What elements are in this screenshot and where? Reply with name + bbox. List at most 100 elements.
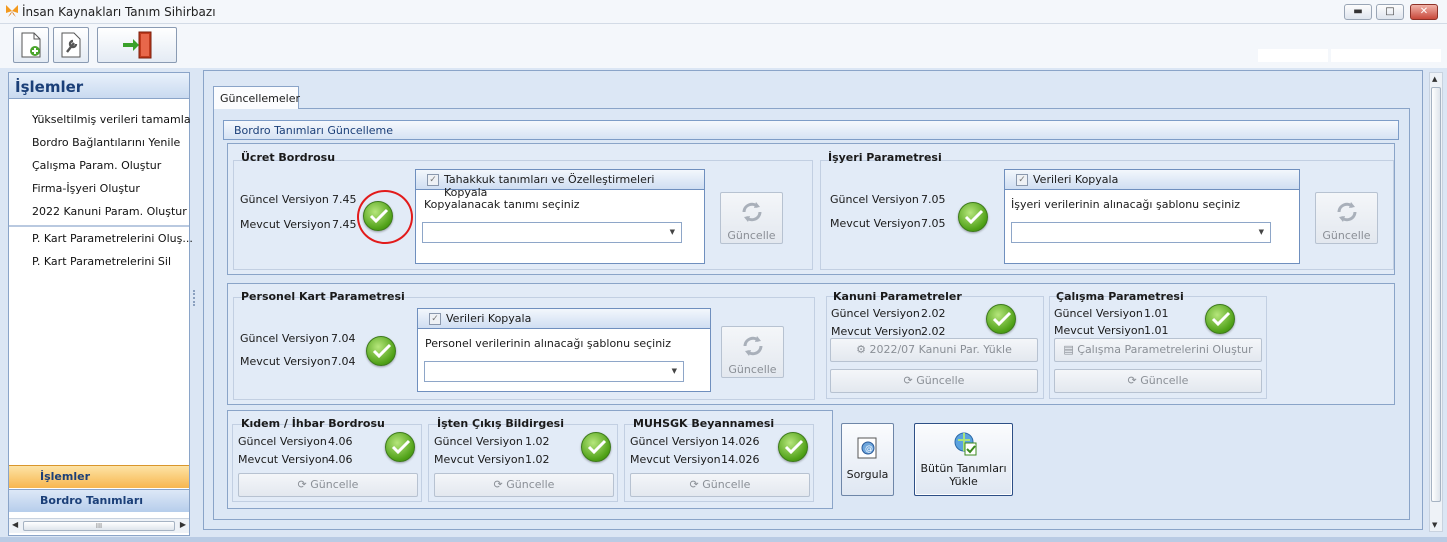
ucret-select-label: Kopyalanacak tanımı seçiniz bbox=[424, 198, 580, 211]
personel-guncel-label: Güncel Versiyon bbox=[240, 332, 329, 345]
ucret-mevcut-label: Mevcut Versiyon bbox=[240, 218, 331, 231]
refresh-icon bbox=[1337, 202, 1356, 222]
kidem-guncel-label: Güncel Versiyon bbox=[238, 435, 327, 448]
personel-mevcut-value: 7.04 bbox=[331, 355, 356, 368]
butun-line1: Bütün Tanımları bbox=[920, 462, 1007, 475]
ucret-copy-label: Tahakkuk tanımları ve Özelleştirmeleri K… bbox=[444, 173, 655, 199]
scroll-up-icon[interactable]: ▲ bbox=[1432, 75, 1437, 83]
personel-check-icon bbox=[366, 336, 396, 366]
gear-icon: ⚙ bbox=[856, 343, 870, 356]
query-search-icon: @ bbox=[857, 437, 877, 459]
isyeri-mevcut-label: Mevcut Versiyon bbox=[830, 217, 921, 230]
sidebar-item-pkart-sil[interactable]: P. Kart Parametrelerini Sil bbox=[32, 255, 171, 268]
isyeri-guncel-value: 7.05 bbox=[921, 193, 946, 206]
ucret-template-dropdown[interactable]: ▼ bbox=[422, 222, 682, 243]
calisma-olustur-label: Çalışma Parametrelerini Oluştur bbox=[1077, 343, 1253, 356]
chevron-down-icon: ▼ bbox=[671, 367, 677, 375]
calisma-guncel-value: 1.01 bbox=[1144, 307, 1169, 320]
refresh-icon: ⟳ bbox=[493, 478, 507, 491]
muhsgk-check-icon bbox=[778, 432, 808, 462]
isyeri-copy-panel: ✓ Verileri Kopyala İşyeri verilerinin alı… bbox=[1004, 169, 1300, 264]
minimize-button[interactable]: ▬ bbox=[1344, 4, 1372, 20]
new-document-icon bbox=[21, 32, 41, 58]
muhsgk-title: MUHSGK Beyannamesi bbox=[633, 417, 775, 430]
calisma-title: Çalışma Parametresi bbox=[1056, 290, 1184, 303]
refresh-icon bbox=[742, 202, 761, 222]
scroll-down-icon[interactable]: ▼ bbox=[1432, 521, 1437, 529]
calisma-guncelle-label: Güncelle bbox=[1140, 374, 1189, 387]
isten-check-icon bbox=[581, 432, 611, 462]
settings-button[interactable] bbox=[53, 27, 89, 63]
globe-document-icon bbox=[954, 432, 977, 456]
muhsgk-guncelle-button[interactable]: ⟳ Güncelle bbox=[630, 473, 810, 497]
isyeri-copy-checkbox[interactable]: ✓ bbox=[1016, 174, 1028, 186]
refresh-icon: ⟳ bbox=[1127, 374, 1141, 387]
ucret-guncelle-button[interactable]: Güncelle bbox=[720, 192, 783, 244]
kidem-guncelle-button[interactable]: ⟳ Güncelle bbox=[238, 473, 418, 497]
kanuni-check-icon bbox=[986, 304, 1016, 334]
calisma-mevcut-value: 1.01 bbox=[1144, 324, 1169, 337]
sidebar-item-firma-isyeri[interactable]: Firma-İşyeri Oluştur bbox=[32, 182, 140, 195]
isten-guncelle-button[interactable]: ⟳ Güncelle bbox=[434, 473, 614, 497]
sidebar-tab-islemler[interactable]: İşlemler bbox=[9, 465, 189, 488]
sidebar-item-yukseltilmis[interactable]: Yükseltilmiş verileri tamamla bbox=[32, 113, 191, 126]
isten-guncelle-label: Güncelle bbox=[506, 478, 555, 491]
muhsgk-guncel-value: 14.026 bbox=[721, 435, 760, 448]
bottom-border bbox=[0, 537, 1447, 542]
refresh-icon: ⟳ bbox=[689, 478, 703, 491]
personel-guncelle-label: Güncelle bbox=[728, 363, 777, 376]
personel-template-dropdown[interactable]: ▼ bbox=[424, 361, 684, 382]
vertical-scrollbar-thumb[interactable] bbox=[1431, 87, 1441, 502]
kanuni-yukle-button[interactable]: ⚙ 2022/07 Kanuni Par. Yükle bbox=[830, 338, 1038, 362]
ucret-guncel-label: Güncel Versiyon bbox=[240, 193, 329, 206]
sidebar-divider bbox=[9, 225, 189, 227]
new-document-button[interactable] bbox=[13, 27, 49, 63]
isten-title: İşten Çıkış Bildirgesi bbox=[437, 417, 564, 430]
isyeri-select-label: İşyeri verilerinin alınacağı şablonu seç… bbox=[1011, 198, 1241, 211]
close-button[interactable]: ✕ bbox=[1410, 4, 1438, 20]
tab-guncellemeler[interactable]: Güncellemeler bbox=[213, 86, 300, 109]
exit-button[interactable] bbox=[97, 27, 177, 63]
butun-tanimlari-yukle-button[interactable]: Bütün Tanımları Yükle bbox=[914, 423, 1013, 496]
chevron-down-icon: ▼ bbox=[669, 228, 675, 236]
ucret-copy-checkbox[interactable]: ✓ bbox=[427, 174, 439, 186]
scroll-left-icon[interactable]: ◀ bbox=[12, 520, 18, 529]
kanuni-guncel-value: 2.02 bbox=[921, 307, 946, 320]
calisma-guncelle-button[interactable]: ⟳ Güncelle bbox=[1054, 369, 1262, 393]
butun-line2: Yükle bbox=[949, 475, 978, 488]
vertical-scrollbar[interactable]: ▲ ▼ bbox=[1429, 72, 1443, 532]
sidebar-item-bordro-baglantilari[interactable]: Bordro Bağlantılarını Yenile bbox=[32, 136, 180, 149]
kanuni-guncelle-button[interactable]: ⟳ Güncelle bbox=[830, 369, 1038, 393]
sidebar-horizontal-scrollbar[interactable]: ◀ III ▶ bbox=[9, 518, 189, 533]
settings-wrench-icon bbox=[61, 32, 81, 58]
personel-guncelle-button[interactable]: Güncelle bbox=[721, 326, 784, 378]
calisma-olustur-button[interactable]: ▤ Çalışma Parametrelerini Oluştur bbox=[1054, 338, 1262, 362]
calisma-guncel-label: Güncel Versiyon bbox=[1054, 307, 1143, 320]
personel-select-label: Personel verilerinin alınacağı şablonu s… bbox=[425, 337, 672, 350]
splitter-handle[interactable] bbox=[193, 290, 197, 306]
chevron-down-icon: ▼ bbox=[1258, 228, 1264, 236]
isyeri-guncelle-button[interactable]: Güncelle bbox=[1315, 192, 1378, 244]
sidebar-title: İşlemler bbox=[9, 73, 189, 99]
isyeri-guncel-label: Güncel Versiyon bbox=[830, 193, 919, 206]
isyeri-template-dropdown[interactable]: ▼ bbox=[1011, 222, 1271, 243]
muhsgk-guncel-label: Güncel Versiyon bbox=[630, 435, 719, 448]
ucret-guncel-value: 7.45 bbox=[332, 193, 357, 206]
scroll-right-icon[interactable]: ▶ bbox=[180, 520, 186, 529]
sidebar-item-pkart-olustur[interactable]: P. Kart Parametrelerini Oluş... bbox=[32, 232, 193, 245]
exit-door-icon bbox=[123, 31, 152, 59]
maximize-button[interactable]: □ bbox=[1376, 4, 1404, 20]
kidem-guncel-value: 4.06 bbox=[328, 435, 353, 448]
scrollbar-thumb[interactable]: III bbox=[23, 521, 175, 531]
sidebar-item-kanuni-param[interactable]: 2022 Kanuni Param. Oluştur bbox=[32, 205, 187, 218]
isyeri-check-icon bbox=[958, 202, 988, 232]
isyeri-copy-label: Verileri Kopyala bbox=[1033, 173, 1119, 186]
sorgula-button[interactable]: @ Sorgula bbox=[841, 423, 894, 496]
sidebar-tab-bordro-tanimlari[interactable]: Bordro Tanımları bbox=[9, 489, 189, 512]
sidebar-item-calisma-param[interactable]: Çalışma Param. Oluştur bbox=[32, 159, 161, 172]
personel-guncel-value: 7.04 bbox=[331, 332, 356, 345]
svg-text:@: @ bbox=[865, 444, 873, 453]
kidem-guncelle-label: Güncelle bbox=[310, 478, 359, 491]
kidem-title: Kıdem / İhbar Bordrosu bbox=[241, 417, 385, 430]
personel-copy-checkbox[interactable]: ✓ bbox=[429, 313, 441, 325]
